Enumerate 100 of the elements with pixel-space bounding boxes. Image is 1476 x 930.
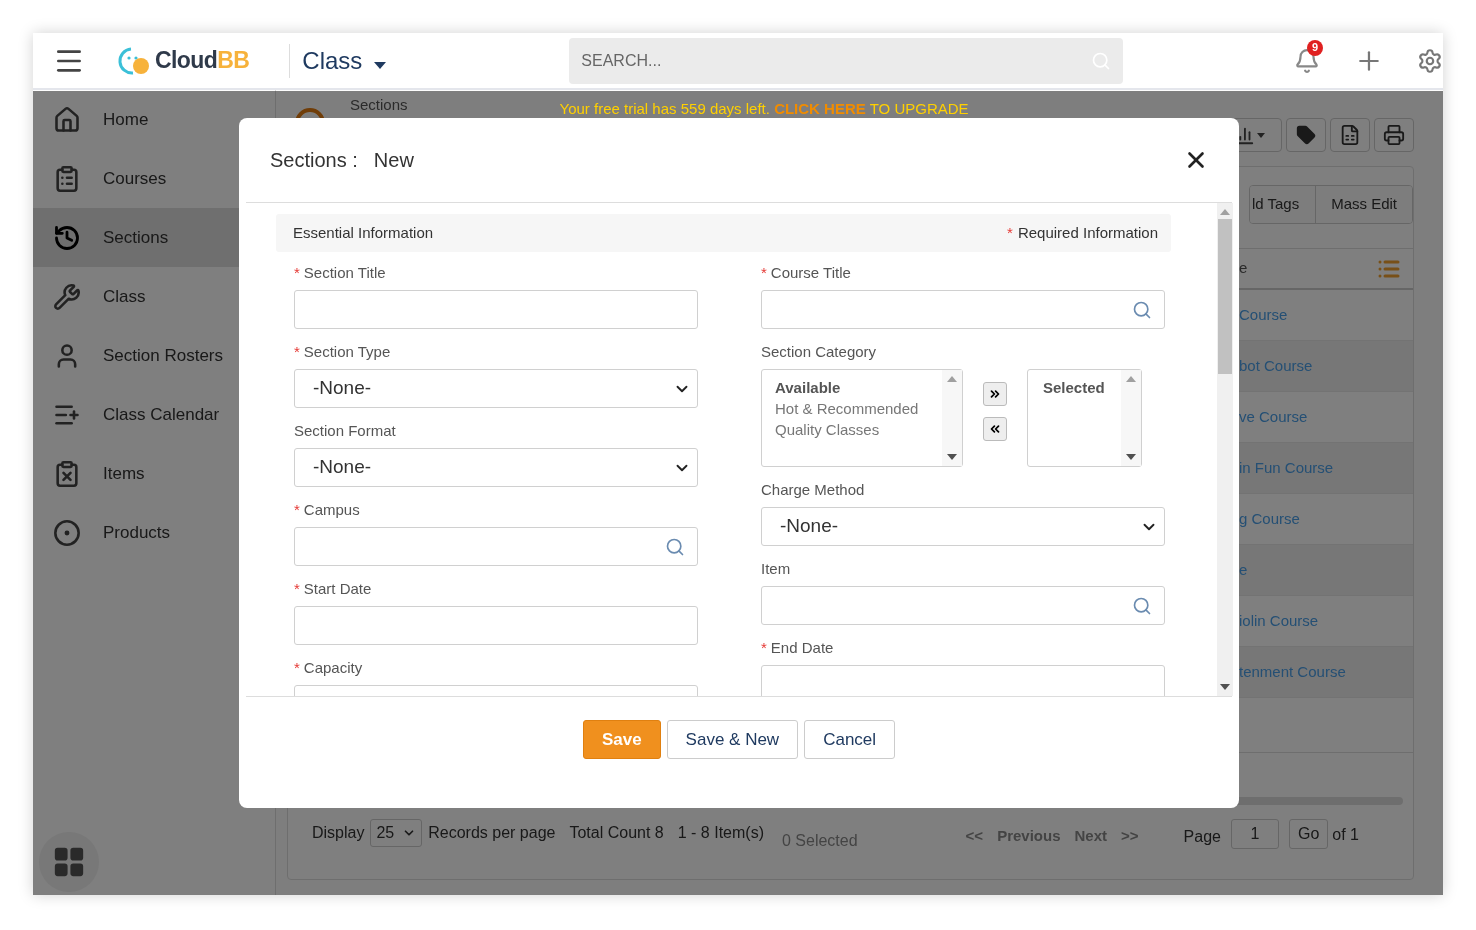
- settings-icon[interactable]: [1417, 47, 1443, 74]
- selected-list[interactable]: Selected: [1027, 369, 1142, 467]
- notification-badge: 9: [1307, 39, 1324, 56]
- text-field[interactable]: [294, 606, 698, 645]
- sidebar-label: Courses: [103, 167, 167, 190]
- required-mark: *: [294, 262, 300, 283]
- page-number-field[interactable]: 1: [1230, 819, 1279, 849]
- disc-icon: [53, 518, 81, 547]
- sidebar-item[interactable]: Home: [33, 90, 275, 149]
- select-field[interactable]: -None-: [294, 369, 698, 408]
- lookup-field[interactable]: [761, 290, 1165, 329]
- field-label: Section Type: [303, 341, 391, 362]
- sidebar-label: Class: [103, 285, 146, 308]
- search-icon[interactable]: [1132, 299, 1152, 320]
- page-total: of 1: [1332, 825, 1359, 845]
- clipboard-icon: [53, 164, 81, 193]
- total-count: Total Count 8: [569, 823, 664, 843]
- scroll-down-icon[interactable]: [1126, 454, 1136, 460]
- dialog-button[interactable]: Save & New: [666, 720, 799, 759]
- select-field[interactable]: -None-: [294, 448, 698, 487]
- module-dropdown[interactable]: Class: [302, 42, 387, 79]
- go-button[interactable]: Go: [1288, 819, 1329, 849]
- required-mark: *: [1007, 222, 1013, 243]
- first-page-link[interactable]: <<: [965, 825, 984, 848]
- page-label: Page: [1183, 827, 1221, 847]
- sidebar-label: Items: [103, 462, 145, 485]
- grid-icon: [52, 845, 86, 879]
- list-option[interactable]: Quality Classes: [775, 419, 942, 440]
- field-label: Campus: [303, 499, 360, 520]
- tag-icon: [1296, 125, 1316, 145]
- scroll-down-icon[interactable]: [947, 454, 957, 460]
- field-label: Section Title: [303, 262, 386, 283]
- scrollbar[interactable]: [1217, 203, 1233, 696]
- field-label: Charge Method: [761, 479, 865, 500]
- sidebar-item[interactable]: Section Rosters: [33, 326, 275, 385]
- next-link[interactable]: Next: [1074, 825, 1108, 848]
- available-list[interactable]: Available Hot & Recommended Quality Classes: [761, 369, 963, 467]
- caret-down-icon: [1257, 132, 1265, 138]
- print-button[interactable]: [1374, 118, 1414, 152]
- sidebar-item[interactable]: Class Calendar: [33, 385, 275, 444]
- scroll-up-icon[interactable]: [947, 376, 957, 382]
- display-label: Display: [312, 823, 365, 843]
- field-label: Item: [761, 558, 791, 579]
- sidebar-label: Products: [103, 521, 171, 544]
- scroll-up-icon[interactable]: [1220, 209, 1230, 215]
- lookup-field[interactable]: [761, 586, 1165, 625]
- clipboard-icon: [53, 459, 81, 488]
- section-title: Essential Information: [293, 222, 434, 243]
- sidebar-label: Sections: [103, 226, 169, 249]
- spreadsheet-icon: [1339, 124, 1361, 146]
- page-title: Sections: [350, 95, 408, 115]
- text-field[interactable]: [294, 290, 698, 329]
- text-field[interactable]: [761, 665, 1165, 696]
- required-mark: *: [294, 499, 300, 520]
- house-icon: [53, 105, 81, 134]
- save-button[interactable]: Save: [582, 720, 661, 759]
- field-label: Course Title: [770, 262, 851, 283]
- range-text: 1 - 8 Item(s): [677, 823, 764, 843]
- wrench-icon: [53, 282, 81, 311]
- last-page-link[interactable]: >>: [1121, 825, 1139, 848]
- list-heading: Selected: [1043, 378, 1106, 398]
- logo-text: CloudBB: [154, 46, 250, 76]
- previous-link[interactable]: Previous: [997, 825, 1061, 848]
- double-chevron-left-icon: [988, 422, 1002, 436]
- scroll-down-icon[interactable]: [1220, 684, 1230, 690]
- search-icon[interactable]: [665, 536, 685, 557]
- print-icon: [1383, 124, 1405, 146]
- double-chevron-right-icon: [988, 387, 1002, 401]
- scroll-up-icon[interactable]: [1126, 376, 1136, 382]
- modal-mode: New: [373, 148, 414, 173]
- move-right-button[interactable]: [983, 382, 1007, 406]
- selected-count: 0 Selected: [782, 831, 858, 851]
- clock-icon: [53, 223, 81, 252]
- list-option[interactable]: Hot & Recommended: [775, 398, 942, 419]
- field-label: Capacity: [303, 657, 363, 678]
- tag-button[interactable]: [1286, 118, 1326, 152]
- required-mark: *: [761, 637, 767, 658]
- required-mark: *: [294, 341, 300, 362]
- page-size-select[interactable]: 25: [370, 819, 423, 847]
- field-label: Section Format: [294, 420, 396, 441]
- per-page-label: Records per page: [428, 823, 556, 843]
- action-button[interactable]: Mass Edit: [1315, 186, 1412, 223]
- export-button[interactable]: [1330, 118, 1370, 152]
- lookup-field[interactable]: [294, 527, 698, 566]
- sidebar-item[interactable]: Items: [33, 444, 275, 503]
- caret-down-icon: [374, 62, 387, 69]
- sidebar-label: Section Rosters: [103, 344, 223, 367]
- search-field[interactable]: SEARCH...: [569, 37, 1124, 84]
- field-label: End Date: [770, 637, 834, 658]
- column-header: e: [1239, 258, 1248, 279]
- sidebar-item[interactable]: Products: [33, 503, 275, 562]
- move-left-button[interactable]: [983, 417, 1007, 441]
- field-label: Start Date: [303, 578, 372, 599]
- modal-title: Sections :: [270, 148, 358, 173]
- search-icon[interactable]: [1132, 595, 1152, 616]
- sidebar-item[interactable]: Class: [33, 267, 275, 326]
- sidebar-label: Home: [103, 108, 149, 131]
- sidebar-label: Class Calendar: [103, 403, 220, 426]
- select-field[interactable]: -None-: [761, 507, 1165, 546]
- dialog-button[interactable]: Cancel: [804, 720, 896, 759]
